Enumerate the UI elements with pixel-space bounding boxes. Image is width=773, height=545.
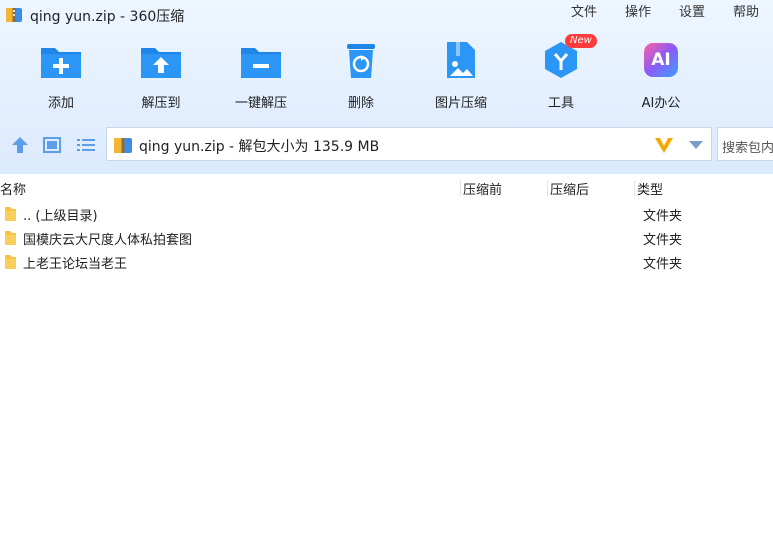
list-item[interactable]: 国模庆云大尺度人体私拍套图 文件夹 bbox=[0, 226, 773, 250]
v-logo-icon[interactable] bbox=[653, 134, 675, 156]
zip-app-icon bbox=[6, 8, 22, 22]
column-divider[interactable] bbox=[460, 180, 461, 196]
folder-icon bbox=[5, 231, 16, 245]
extract-to-label: 解压到 bbox=[141, 96, 181, 111]
menu-operation[interactable]: 操作 bbox=[611, 4, 665, 22]
one-click-folder-icon bbox=[241, 48, 281, 78]
chevron-down-icon[interactable] bbox=[689, 141, 703, 149]
item-name: .. (上级目录) bbox=[23, 209, 98, 224]
search-input[interactable]: 搜索包内 bbox=[717, 127, 773, 161]
item-type: 文件夹 bbox=[643, 209, 683, 224]
add-label: 添加 bbox=[47, 96, 74, 111]
list-item[interactable]: .. (上级目录) 文件夹 bbox=[0, 202, 773, 226]
list-view-icon[interactable] bbox=[75, 134, 97, 156]
ai-office-label: AI办公 bbox=[641, 96, 681, 111]
top-panel: qing yun.zip - 360压缩 文件 操作 设置 帮助 添加 解压到 bbox=[0, 0, 773, 174]
item-type: 文件夹 bbox=[643, 257, 683, 272]
folder-icon bbox=[5, 207, 16, 221]
column-compressed[interactable]: 压缩前 bbox=[463, 179, 502, 198]
item-name: 国模庆云大尺度人体私拍套图 bbox=[23, 233, 193, 248]
column-uncompressed[interactable]: 压缩后 bbox=[550, 179, 589, 198]
address-path: qing yun.zip - 解包大小为 135.9 MB bbox=[139, 139, 380, 155]
one-click-extract-label: 一键解压 bbox=[234, 96, 287, 111]
menu-settings[interactable]: 设置 bbox=[665, 4, 719, 22]
column-divider[interactable] bbox=[547, 180, 548, 196]
column-type[interactable]: 类型 bbox=[637, 179, 663, 198]
ai-icon: AI bbox=[644, 43, 678, 77]
recycle-bin-icon bbox=[347, 44, 375, 78]
image-zip-icon bbox=[447, 42, 475, 78]
tools-label: 工具 bbox=[547, 96, 574, 111]
window-title: qing yun.zip - 360压缩 bbox=[30, 9, 185, 25]
delete-button[interactable]: 删除 bbox=[311, 38, 411, 111]
tools-button[interactable]: New 工具 bbox=[511, 34, 611, 111]
image-compress-label: 图片压缩 bbox=[434, 96, 487, 111]
zip-file-icon bbox=[114, 138, 132, 153]
one-click-extract-button[interactable]: 一键解压 bbox=[211, 38, 311, 111]
column-name[interactable]: 名称 bbox=[0, 179, 26, 198]
delete-label: 删除 bbox=[347, 96, 374, 111]
list-item[interactable]: 上老王论坛当老王 文件夹 bbox=[0, 250, 773, 274]
add-folder-icon bbox=[41, 48, 81, 78]
column-divider[interactable] bbox=[634, 180, 635, 196]
list-header: 名称 压缩前 压缩后 类型 bbox=[0, 176, 773, 198]
extract-to-button[interactable]: 解压到 bbox=[111, 38, 211, 111]
image-compress-button[interactable]: 图片压缩 bbox=[411, 38, 511, 111]
address-bar[interactable]: qing yun.zip - 解包大小为 135.9 MB bbox=[106, 127, 712, 161]
extract-folder-icon bbox=[141, 48, 181, 78]
add-button[interactable]: 添加 bbox=[11, 38, 111, 111]
up-arrow-icon[interactable] bbox=[9, 134, 31, 156]
toolbar: 添加 解压到 一键解压 删除 图片压缩 New 工具 AI AI办公 bbox=[0, 34, 773, 114]
item-type: 文件夹 bbox=[643, 233, 683, 248]
menu-file[interactable]: 文件 bbox=[557, 4, 611, 22]
ai-office-button[interactable]: AI AI办公 bbox=[611, 38, 711, 111]
ai-icon-text: AI bbox=[651, 50, 671, 70]
folder-icon bbox=[5, 255, 16, 269]
menu-help[interactable]: 帮助 bbox=[719, 4, 773, 22]
menu-bar: 文件 操作 设置 帮助 bbox=[557, 4, 773, 22]
address-row: qing yun.zip - 解包大小为 135.9 MB 搜索包内 bbox=[0, 126, 773, 164]
thumbnail-view-icon[interactable] bbox=[41, 134, 63, 156]
search-placeholder: 搜索包内 bbox=[722, 141, 773, 156]
new-badge: New bbox=[565, 34, 597, 48]
title-bar: qing yun.zip - 360压缩 文件 操作 设置 帮助 bbox=[0, 0, 773, 30]
item-name: 上老王论坛当老王 bbox=[23, 257, 128, 272]
